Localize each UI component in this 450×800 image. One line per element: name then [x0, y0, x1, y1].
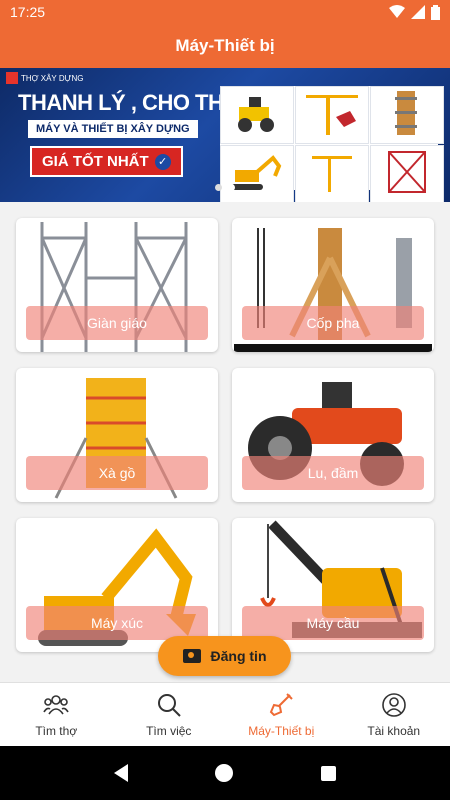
category-card-cop-pha[interactable]: Cốp pha [232, 218, 434, 352]
bottom-nav: Tìm thợ Tìm việc Máy-Thiết bị Tài khoản [0, 682, 450, 746]
category-label: Giàn giáo [26, 306, 208, 340]
nav-item-tim-tho[interactable]: Tìm thợ [0, 683, 113, 746]
category-card-xa-go[interactable]: Xà gồ [16, 368, 218, 502]
category-label: Máy xúc [26, 606, 208, 640]
banner-title: THANH LÝ , CHO THUÊ [18, 90, 253, 115]
back-icon[interactable] [113, 764, 128, 782]
status-icons [389, 4, 440, 20]
banner-brand: THỢ XÂY DỰNG [6, 72, 83, 84]
home-icon[interactable] [215, 764, 234, 782]
signal-icon [411, 5, 425, 19]
recents-icon[interactable] [321, 765, 337, 781]
wifi-icon [389, 5, 405, 18]
promo-banner[interactable]: THỢ XÂY DỰNG THANH LÝ , CHO THUÊ MÁY VÀ … [0, 68, 450, 202]
post-listing-label: Đăng tin [210, 648, 267, 664]
banner-equipment-grid [220, 86, 444, 202]
banner-price-badge: GIÁ TỐT NHẤT ✓ [30, 146, 183, 177]
formwork-image [370, 86, 444, 144]
battery-icon [431, 4, 440, 20]
tower-crane-image [295, 86, 369, 144]
category-label: Lu, đầm [242, 456, 424, 490]
category-card-lu-dam[interactable]: Lu, đầm [232, 368, 434, 502]
nav-item-tai-khoan[interactable]: Tài khoản [338, 683, 450, 746]
banner-subtitle: MÁY VÀ THIẾT BỊ XÂY DỰNG [28, 120, 198, 138]
people-icon [43, 694, 69, 714]
category-label: Cốp pha [242, 306, 424, 340]
category-card-may-cau[interactable]: Máy cầu [232, 518, 434, 652]
category-card-gian-giao[interactable]: Giàn giáo [16, 218, 218, 352]
roller-image [220, 86, 294, 144]
scaffold-image [370, 145, 444, 202]
system-nav-bar [0, 746, 450, 800]
excavator-image [220, 145, 294, 202]
brand-logo-icon [6, 72, 18, 84]
category-label: Máy cầu [242, 606, 424, 640]
shovel-icon [270, 692, 293, 716]
nav-item-may-thiet-bi[interactable]: Máy-Thiết bị [225, 683, 338, 746]
category-card-may-xuc[interactable]: Máy xúc [16, 518, 218, 652]
crane-image [295, 145, 369, 202]
carousel-dot-2[interactable] [228, 184, 235, 191]
post-listing-button[interactable]: Đăng tin [158, 636, 291, 676]
category-label: Xà gồ [26, 456, 208, 490]
status-time: 17:25 [10, 4, 46, 20]
search-icon [157, 693, 181, 717]
account-icon [381, 692, 406, 717]
app-bar: Máy-Thiết bị [0, 24, 450, 68]
nav-item-tim-viec[interactable]: Tìm việc [113, 683, 226, 746]
category-grid: Giàn giáo Cốp pha Xà gồ Lu, đầm Máy xúc … [0, 202, 450, 682]
check-icon: ✓ [154, 153, 171, 170]
page-title: Máy-Thiết bị [175, 36, 275, 55]
camera-icon [182, 649, 201, 663]
carousel-dot-1[interactable] [215, 184, 222, 191]
status-bar: 17:25 [0, 0, 450, 24]
